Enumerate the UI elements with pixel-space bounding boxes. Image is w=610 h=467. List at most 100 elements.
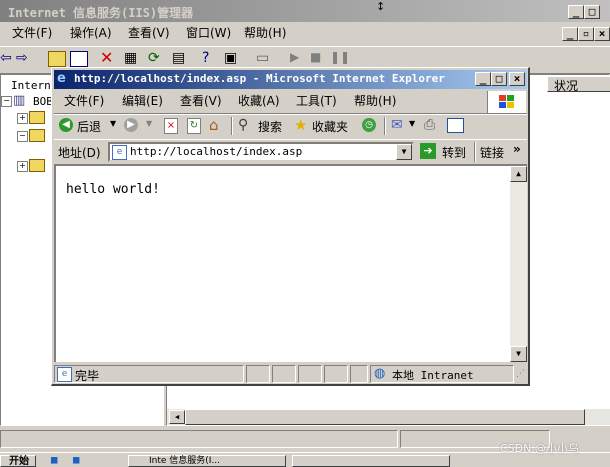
scroll-up-button[interactable]: ▲: [510, 166, 527, 182]
status-text: 完毕: [75, 369, 100, 383]
back-button-label[interactable]: 后退: [77, 118, 101, 135]
ie-address-bar: 地址(D) e http://localhost/index.asp ▼ ➔ 转…: [54, 139, 527, 164]
iis-child-restore-button[interactable]: ▫: [578, 27, 594, 41]
play-icon[interactable]: ▶: [290, 50, 299, 64]
mail-icon[interactable]: ✉: [391, 117, 403, 133]
ie-menu-file[interactable]: 文件(F): [58, 92, 110, 110]
delete-icon[interactable]: ✕: [100, 48, 113, 67]
ie-title-bar[interactable]: e http://localhost/index.asp - Microsoft…: [54, 70, 527, 89]
up-folder-icon[interactable]: [48, 51, 66, 67]
stop-icon[interactable]: ×: [164, 118, 178, 134]
ie-content-area: hello world! ▲ ▼: [54, 164, 527, 362]
column-status-label: 状况: [554, 79, 579, 93]
mail-dropdown-icon[interactable]: ▼: [409, 119, 415, 128]
list-column-header[interactable]: 状况: [547, 76, 610, 93]
iis-title-bar[interactable]: Internet 信息服务(IIS)管理器 _ □: [0, 0, 610, 22]
iis-menu-action[interactable]: 操作(A): [64, 24, 118, 42]
iis-child-minimize-button[interactable]: _: [562, 27, 578, 41]
ie-toolbar: ◀ 后退 ▼ ▶ ▼ × ↻ ⌂ ⚲ 搜索 ★ 收藏夹 ◷ ✉ ▼ ⎙: [54, 114, 527, 140]
quicklaunch-icon[interactable]: ◼: [50, 455, 58, 466]
scroll-down-button[interactable]: ▼: [510, 346, 527, 362]
back-icon[interactable]: ◀: [59, 118, 73, 132]
ie-menu-help[interactable]: 帮助(H): [348, 92, 402, 110]
folder-icon[interactable]: [29, 111, 45, 124]
address-combobox[interactable]: e http://localhost/index.asp ▼: [108, 142, 414, 162]
ie-menu-tools[interactable]: 工具(T): [290, 92, 343, 110]
taskbar-item-ie[interactable]: [292, 455, 450, 467]
refresh-icon[interactable]: ⟳: [148, 50, 160, 66]
iis-menu-view[interactable]: 查看(V): [122, 24, 176, 42]
address-dropdown-button[interactable]: ▼: [396, 144, 412, 160]
history-icon[interactable]: ◷: [362, 118, 376, 132]
tree-server-label[interactable]: BOB: [33, 95, 53, 108]
address-input[interactable]: http://localhost/index.asp: [130, 145, 302, 158]
stop-icon[interactable]: ■: [310, 50, 321, 64]
forward-icon[interactable]: ▶: [124, 118, 138, 132]
horizontal-scrollbar[interactable]: ◂: [167, 409, 610, 425]
tree-expander[interactable]: +: [17, 161, 28, 172]
tree-expander[interactable]: −: [17, 131, 28, 142]
status-panel: [272, 365, 296, 383]
export-icon[interactable]: ▤: [172, 50, 185, 66]
address-label: 地址(D): [58, 146, 101, 160]
help-icon[interactable]: ?: [202, 50, 209, 66]
intranet-globe-icon: ◍: [374, 366, 386, 381]
status-zone-panel: ◍ 本地 Intranet: [370, 365, 514, 383]
go-arrow-icon[interactable]: ➔: [420, 143, 436, 159]
status-main-panel: e 完毕: [54, 365, 244, 383]
start-button-label: 开始: [9, 456, 29, 467]
ie-menu-view[interactable]: 查看(V): [174, 92, 228, 110]
resize-grip-icon[interactable]: ⋰: [516, 369, 525, 379]
iis-menu-window[interactable]: 窗口(W): [180, 24, 237, 42]
iis-maximize-button[interactable]: □: [584, 5, 600, 19]
chevron-icon[interactable]: »: [513, 142, 521, 156]
print-icon[interactable]: ⎙: [424, 117, 435, 133]
folder-icon[interactable]: [29, 129, 45, 142]
ie-menu-edit[interactable]: 编辑(E): [116, 92, 169, 110]
ie-title: http://localhost/index.asp - Microsoft I…: [74, 72, 445, 85]
computer-icon[interactable]: ▭: [256, 50, 269, 66]
taskbar-item-label: Inte 信息服务(I...: [149, 456, 221, 466]
tree-expander[interactable]: −: [1, 96, 12, 107]
go-button-label[interactable]: 转到: [442, 144, 466, 161]
ie-status-bar: e 完毕 ◍ 本地 Intranet ⋰: [54, 364, 527, 384]
forward-dropdown-icon[interactable]: ▼: [146, 119, 152, 128]
quicklaunch-icon[interactable]: ◼: [72, 455, 80, 466]
favorites-star-icon[interactable]: ★: [294, 116, 307, 134]
ie-menu-favorites[interactable]: 收藏(A): [232, 92, 286, 110]
links-label[interactable]: 链接: [480, 144, 504, 161]
iis-menu-help[interactable]: 帮助(H): [238, 24, 292, 42]
page-content-text: hello world!: [66, 182, 160, 197]
iis-child-close-button[interactable]: ×: [594, 27, 610, 41]
favorites-button-label[interactable]: 收藏夹: [312, 118, 348, 135]
back-dropdown-icon[interactable]: ▼: [110, 119, 116, 128]
iis-minimize-button[interactable]: _: [568, 5, 584, 19]
ie-maximize-button[interactable]: □: [491, 72, 507, 86]
ie-minimize-button[interactable]: _: [475, 72, 491, 86]
refresh-icon[interactable]: ↻: [187, 118, 201, 134]
search-button-label[interactable]: 搜索: [258, 118, 282, 135]
scroll-thumb[interactable]: [185, 409, 585, 425]
tree-root-label[interactable]: Intern: [11, 79, 51, 92]
back-arrow-icon[interactable]: ⇦: [0, 50, 12, 66]
edit-icon[interactable]: [447, 118, 464, 133]
search-icon[interactable]: ⚲: [238, 117, 248, 133]
ie-close-button[interactable]: ×: [509, 72, 525, 86]
page-icon: e: [112, 145, 127, 160]
properties-icon[interactable]: ▦: [124, 50, 137, 66]
folder-icon[interactable]: [29, 159, 45, 172]
iis-menu-file[interactable]: 文件(F): [6, 24, 58, 42]
forward-arrow-icon[interactable]: ⇨: [16, 50, 28, 66]
scroll-left-button[interactable]: ◂: [169, 410, 185, 424]
taskbar-item-iis[interactable]: Inte 信息服务(I...: [128, 455, 286, 467]
start-button[interactable]: 开始: [0, 455, 36, 467]
vertical-scrollbar[interactable]: ▲ ▼: [510, 166, 527, 362]
iis-title: Internet 信息服务(IIS)管理器: [8, 6, 194, 20]
status-panel: [324, 365, 348, 383]
home-icon[interactable]: ⌂: [209, 116, 219, 134]
tree-expander[interactable]: +: [17, 113, 28, 124]
view-icon[interactable]: ▣: [224, 50, 237, 66]
show-tree-icon[interactable]: [70, 51, 88, 67]
pause-icon[interactable]: ❚❚: [330, 50, 350, 64]
status-panel: [298, 365, 322, 383]
